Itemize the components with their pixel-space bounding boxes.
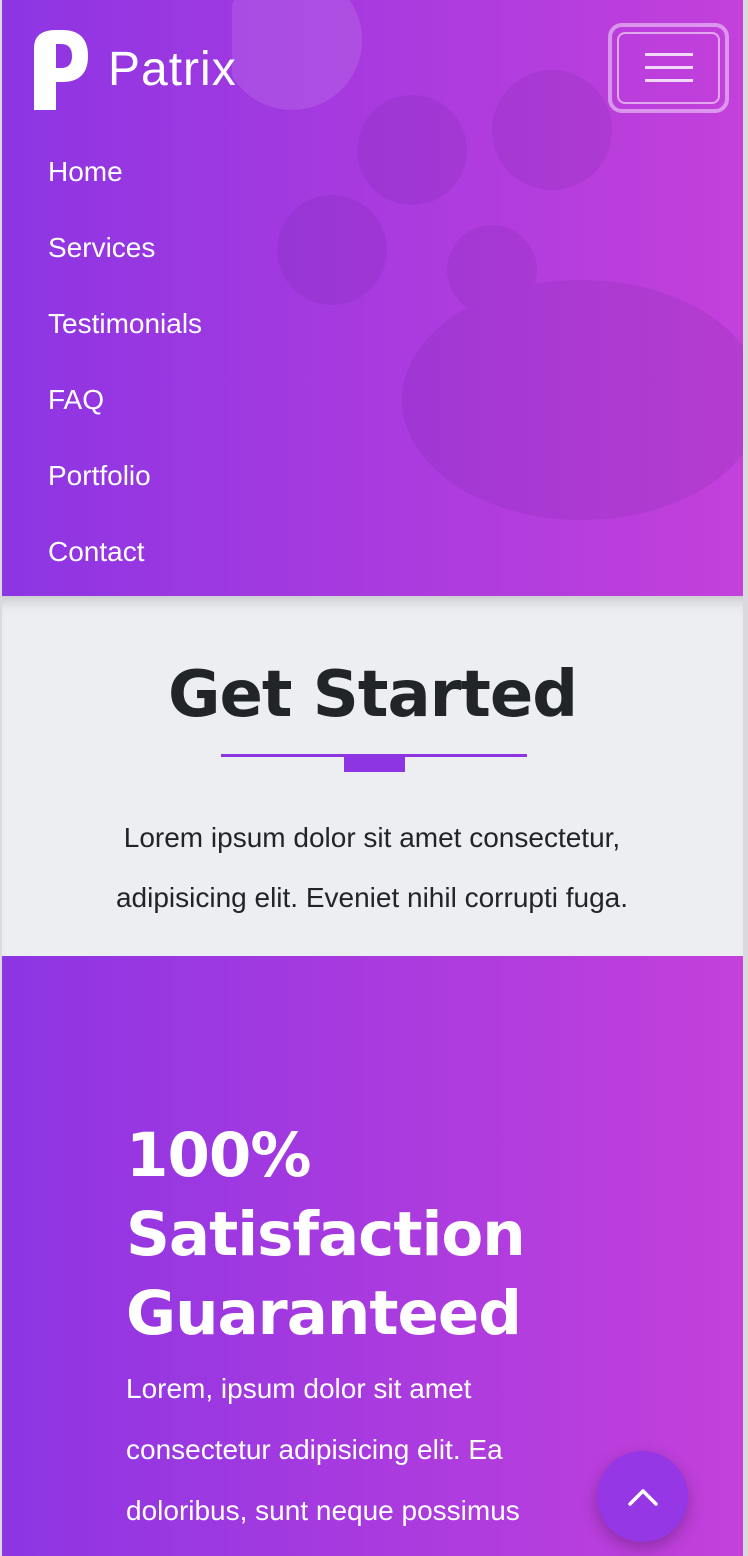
- back-to-top-button[interactable]: [597, 1451, 688, 1542]
- menu-toggle-inner: [617, 32, 720, 104]
- site-header: Patrix Home Services Testimonials FAQ Po…: [2, 0, 743, 596]
- nav-link-faq[interactable]: FAQ: [48, 384, 104, 416]
- get-started-section: Get Started Lorem ipsum dolor sit amet c…: [2, 596, 743, 956]
- nav-link-home[interactable]: Home: [48, 156, 123, 188]
- nav-item-home: Home: [48, 134, 202, 210]
- patrix-logo-icon: [34, 30, 88, 110]
- divider-block: [344, 757, 405, 772]
- nav-link-contact[interactable]: Contact: [48, 536, 145, 568]
- nav-item-faq: FAQ: [48, 362, 202, 438]
- main-nav: Home Services Testimonials FAQ Portfolio…: [48, 134, 202, 590]
- nav-link-portfolio[interactable]: Portfolio: [48, 460, 151, 492]
- brand[interactable]: Patrix: [30, 28, 237, 110]
- chevron-up-icon: [627, 1488, 658, 1506]
- nav-item-contact: Contact: [48, 514, 202, 590]
- menu-toggle-button[interactable]: [608, 23, 729, 113]
- title-divider: [221, 754, 527, 774]
- page: Patrix Home Services Testimonials FAQ Po…: [0, 0, 748, 1556]
- nav-item-testimonials: Testimonials: [48, 286, 202, 362]
- nav-item-services: Services: [48, 210, 202, 286]
- get-started-title: Get Started: [167, 658, 578, 732]
- nav-link-services[interactable]: Services: [48, 232, 155, 264]
- nav-item-portfolio: Portfolio: [48, 438, 202, 514]
- satisfaction-title: 100% Satisfaction Guaranteed: [126, 1120, 526, 1349]
- satisfaction-text: Lorem, ipsum dolor sit amet consectetur …: [126, 1373, 520, 1526]
- hamburger-icon: [644, 53, 693, 82]
- brand-name: Patrix: [108, 42, 237, 96]
- nav-link-testimonials[interactable]: Testimonials: [48, 308, 202, 340]
- get-started-text: Lorem ipsum dolor sit amet consectetur, …: [115, 822, 629, 913]
